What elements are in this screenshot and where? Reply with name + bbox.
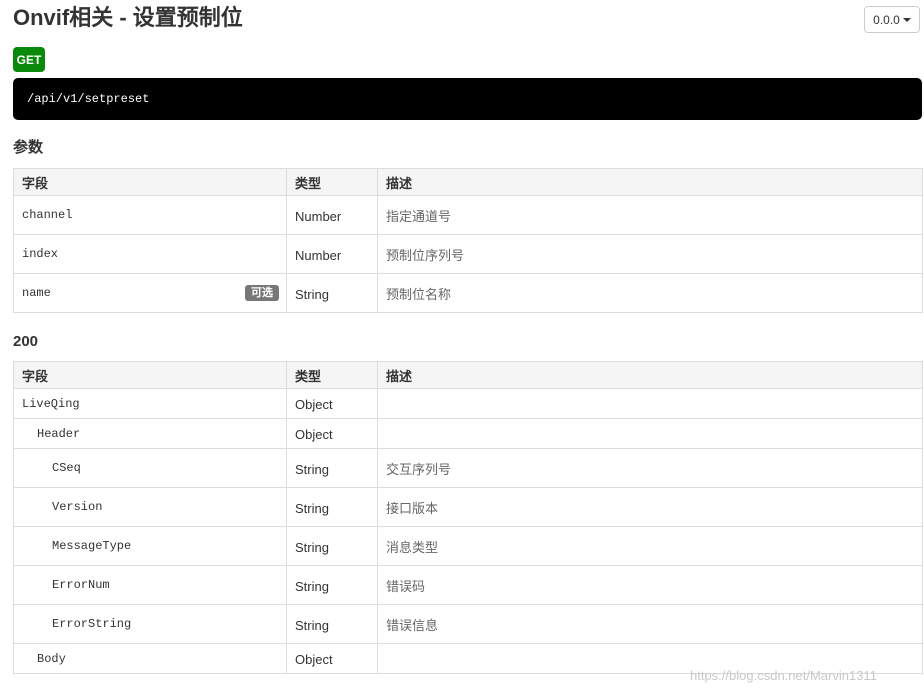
response-description — [377, 388, 923, 419]
column-header-description: 描述 — [377, 168, 923, 196]
response-description: 错误码 — [377, 565, 923, 605]
endpoint-url-bar: /api/v1/setpreset — [13, 78, 922, 120]
params-table: 字段 类型 描述 channel Number 指定通道号 index Numb… — [13, 168, 923, 313]
version-label: 0.0.0 — [873, 12, 900, 27]
table-row: ErrorString String 错误信息 — [13, 604, 923, 644]
response-type: String — [286, 565, 378, 605]
response-type: Object — [286, 418, 378, 449]
page-title: Onvif相关 - 设置预制位 — [13, 5, 243, 30]
param-field-name: channel — [13, 195, 287, 235]
param-description: 预制位名称 — [377, 273, 923, 313]
response-field-name: ErrorNum — [13, 565, 287, 605]
param-field-text: index — [22, 247, 59, 261]
response-description: 消息类型 — [377, 526, 923, 566]
response-table: 字段 类型 描述 LiveQing Object Header Object C… — [13, 361, 923, 674]
param-field-name: name 可选 — [13, 273, 287, 313]
response-description: 错误信息 — [377, 604, 923, 644]
version-dropdown-button[interactable]: 0.0.0 — [864, 6, 920, 33]
response-field-text: CSeq — [52, 461, 81, 475]
response-type: String — [286, 526, 378, 566]
endpoint-url: /api/v1/setpreset — [27, 92, 150, 106]
column-header-type: 类型 — [286, 361, 378, 389]
param-description: 指定通道号 — [377, 195, 923, 235]
param-type: Number — [286, 195, 378, 235]
param-description: 预制位序列号 — [377, 234, 923, 274]
param-type: Number — [286, 234, 378, 274]
param-field-text: name — [22, 286, 51, 300]
response-description — [377, 418, 923, 449]
table-row: Version String 接口版本 — [13, 487, 923, 527]
caret-down-icon — [902, 17, 911, 22]
column-header-type: 类型 — [286, 168, 378, 196]
response-field-name: CSeq — [13, 448, 287, 488]
table-row: CSeq String 交互序列号 — [13, 448, 923, 488]
response-type: String — [286, 448, 378, 488]
table-row: MessageType String 消息类型 — [13, 526, 923, 566]
watermark: https://blog.csdn.net/Marvin1311 — [690, 668, 877, 683]
response-table-header-row: 字段 类型 描述 — [13, 361, 923, 389]
table-row: name 可选 String 预制位名称 — [13, 273, 923, 313]
http-method-badge: GET — [13, 47, 45, 72]
response-type: String — [286, 487, 378, 527]
table-row: index Number 预制位序列号 — [13, 234, 923, 274]
response-field-text: MessageType — [52, 539, 132, 553]
response-field-name: LiveQing — [13, 388, 287, 419]
response-field-text: Header — [37, 426, 81, 441]
param-field-text: channel — [22, 208, 73, 222]
response-section-title: 200 — [13, 333, 39, 350]
response-field-text: ErrorString — [52, 617, 132, 631]
response-type: String — [286, 604, 378, 644]
response-field-text: LiveQing — [22, 396, 80, 411]
response-type: Object — [286, 643, 378, 674]
param-type: String — [286, 273, 378, 313]
response-type: Object — [286, 388, 378, 419]
response-field-name: ErrorString — [13, 604, 287, 644]
column-header-field: 字段 — [13, 168, 287, 196]
table-row: LiveQing Object — [13, 388, 923, 419]
table-row: Header Object — [13, 418, 923, 449]
response-field-name: Body — [13, 643, 287, 674]
response-field-name: MessageType — [13, 526, 287, 566]
response-description: 交互序列号 — [377, 448, 923, 488]
param-field-name: index — [13, 234, 287, 274]
params-section-title: 参数 — [13, 139, 44, 156]
column-header-description: 描述 — [377, 361, 923, 389]
table-row: ErrorNum String 错误码 — [13, 565, 923, 605]
table-row: channel Number 指定通道号 — [13, 195, 923, 235]
params-table-header-row: 字段 类型 描述 — [13, 168, 923, 196]
optional-badge: 可选 — [245, 285, 279, 301]
response-field-text: Version — [52, 500, 103, 514]
response-field-text: ErrorNum — [52, 578, 110, 592]
response-description: 接口版本 — [377, 487, 923, 527]
response-field-text: Body — [37, 651, 66, 666]
column-header-field: 字段 — [13, 361, 287, 389]
response-field-name: Header — [13, 418, 287, 449]
response-field-name: Version — [13, 487, 287, 527]
